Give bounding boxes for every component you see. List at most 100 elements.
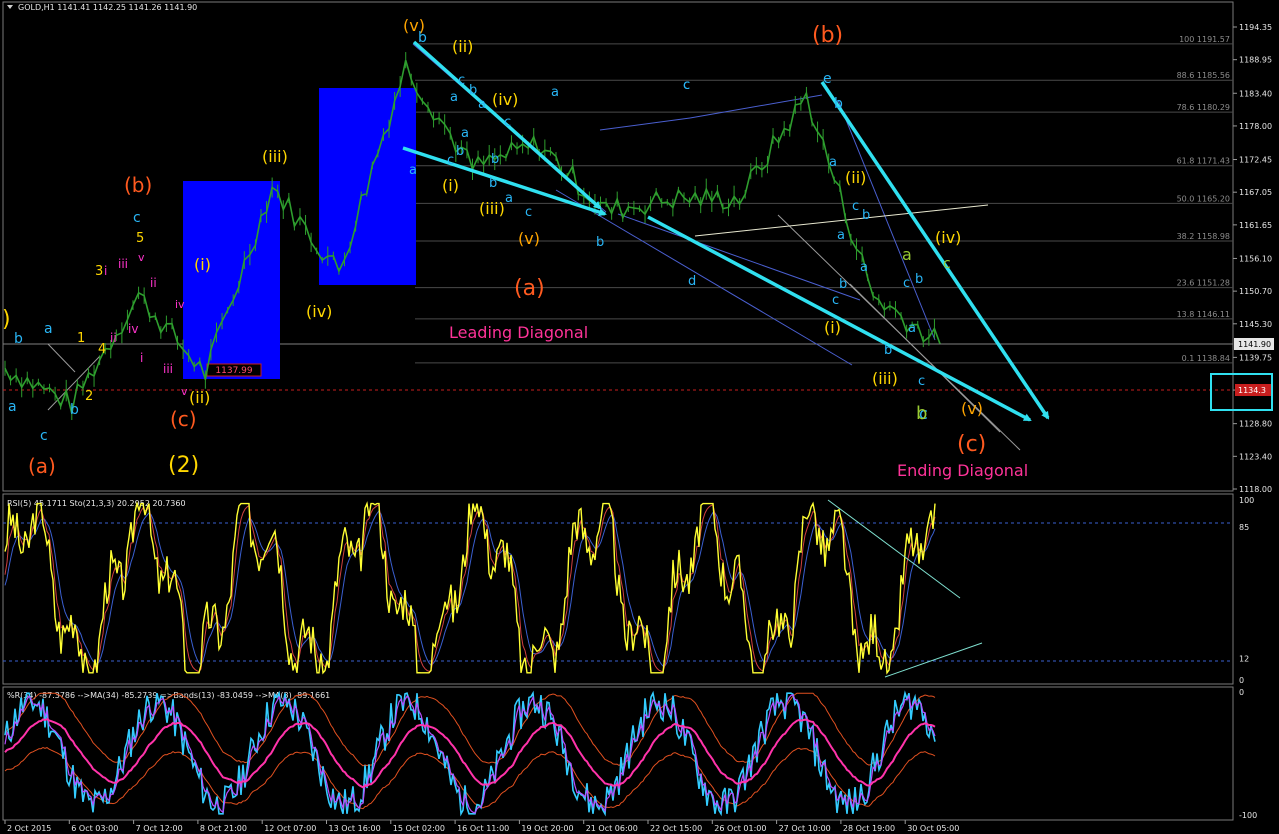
wave-label: (i)	[194, 255, 211, 274]
wave-label: a	[8, 399, 17, 415]
box-price-label: 1137.99	[215, 366, 252, 376]
wave-label: (2)	[168, 453, 199, 478]
wave-label: (iv)	[306, 302, 332, 321]
fib-level-label: 61.8 1171.43	[1177, 157, 1230, 166]
price-axis-label: 1145.30	[1239, 320, 1272, 329]
leading-diagonal-label: Leading Diagonal	[449, 323, 588, 342]
ending-diagonal-label: Ending Diagonal	[897, 461, 1028, 480]
wave-label: )	[2, 307, 11, 332]
time-axis-label: 15 Oct 02:00	[393, 824, 445, 833]
wave-label: (a)	[28, 454, 56, 478]
wave-label: i	[104, 264, 107, 278]
wave-label: a	[860, 260, 868, 275]
wave-label: b	[596, 235, 604, 250]
wave-label: v	[138, 251, 145, 264]
fib-level-label: 100 1191.57	[1179, 35, 1230, 44]
wave-label: c	[133, 210, 141, 226]
time-axis-label: 7 Oct 12:00	[136, 824, 183, 833]
wpr-axis-label: 0	[1239, 688, 1244, 697]
wave-label: 1	[77, 331, 85, 346]
wave-label: c	[832, 293, 839, 308]
wave-label: (iii)	[262, 147, 288, 166]
rsi-axis-label: 100	[1239, 496, 1254, 505]
wave-label: b	[418, 30, 427, 46]
wave-label: b	[834, 96, 843, 112]
wave-label: c	[918, 374, 925, 389]
wave-label: iii	[118, 257, 128, 271]
main-panel-title: GOLD,H1 1141.41 1142.25 1141.26 1141.90	[18, 3, 197, 12]
fib-level-label: 88.6 1185.56	[1177, 71, 1230, 80]
wave-label: a	[829, 155, 837, 170]
wave-label: b	[862, 208, 870, 223]
wave-label: (iii)	[872, 369, 898, 388]
fib-level-label: 38.2 1158.98	[1177, 232, 1230, 241]
alert-price-label: 1134.3	[1238, 386, 1266, 395]
price-axis-label: 1161.65	[1239, 221, 1272, 230]
wave-label: (c)	[957, 432, 986, 457]
wave-label: b	[70, 402, 79, 418]
wave-label: b	[491, 152, 499, 167]
wave-label: (iii)	[479, 199, 505, 218]
wave-label: a	[44, 321, 53, 337]
wave-label: (iv)	[935, 228, 961, 247]
price-axis-label: 1150.70	[1239, 287, 1272, 296]
wave-label: 3	[95, 264, 103, 279]
wave-label: c	[458, 73, 465, 88]
wave-label: a	[908, 321, 916, 336]
time-axis-label: 8 Oct 21:00	[200, 824, 247, 833]
wpr-panel-title: %R(34) -87.3786 -->MA(34) -85.2739 =>Ban…	[7, 691, 330, 700]
wave-label: c	[852, 199, 859, 214]
wave-label: b	[14, 331, 23, 347]
price-axis-label: 1167.05	[1239, 188, 1272, 197]
wpr-axis: 0 -100	[1239, 688, 1257, 820]
time-axis-label: 21 Oct 06:00	[586, 824, 638, 833]
wave-label: (a)	[514, 276, 545, 301]
wave-label: ii	[110, 331, 117, 345]
rsi-axis-label: 0	[1239, 676, 1244, 685]
price-axis-label: 1156.10	[1239, 254, 1272, 263]
wave-label: b	[839, 277, 847, 292]
wave-label: c	[683, 78, 690, 93]
wave-label: b	[916, 403, 927, 424]
price-axis-label: 1178.00	[1239, 122, 1272, 131]
wave-label: a	[505, 191, 513, 206]
price-axis-label: 1139.75	[1239, 353, 1272, 362]
time-axis-label: 13 Oct 16:00	[329, 824, 381, 833]
wave-label: a	[902, 245, 912, 264]
wave-label: 4	[98, 342, 106, 357]
wave-label: (ii)	[845, 168, 866, 187]
rsi-axis-label: 12	[1239, 654, 1249, 663]
wave-label: b	[456, 144, 464, 159]
wave-label: (ii)	[452, 37, 473, 56]
wave-label: i	[140, 351, 143, 365]
wave-label: ii	[150, 276, 157, 290]
wave-label: c	[504, 115, 511, 130]
wave-label: (v)	[961, 399, 983, 418]
time-axis-label: 26 Oct 01:00	[714, 824, 766, 833]
wave-label: iii	[163, 362, 173, 376]
wave-label: (c)	[170, 407, 197, 431]
wave-label: iv	[175, 298, 185, 311]
wave-label: (i)	[442, 176, 459, 195]
rsi-panel-title: RSI(5) 45.1711 Sto(21,3,3) 20.2952 20.73…	[7, 499, 186, 508]
rsi-axis-label: 85	[1239, 523, 1249, 532]
price-axis-label: 1183.40	[1239, 89, 1272, 98]
wave-label: a	[461, 126, 469, 141]
time-axis-label: 30 Oct 05:00	[907, 824, 959, 833]
wave-label: d	[688, 274, 696, 289]
time-axis: 2 Oct 2015 6 Oct 03:00 7 Oct 12:00 8 Oct 21…	[4, 820, 959, 833]
wpr-panel	[2, 686, 1234, 821]
wave-label: b	[469, 83, 477, 98]
rsi-axis: 100 85 12 0	[1239, 496, 1254, 685]
wave-label: a	[837, 228, 845, 243]
time-axis-label: 22 Oct 15:00	[650, 824, 702, 833]
wave-label: (b)	[124, 173, 152, 197]
price-axis: 1194.35 1188.95 1183.40 1178.00 1172.45 1167.…	[1233, 23, 1272, 494]
wave-label: c	[903, 276, 910, 291]
wave-label: b	[915, 272, 923, 287]
fib-level-label: 23.6 1151.28	[1177, 279, 1230, 288]
fib-level-label: 13.8 1146.11	[1177, 310, 1230, 319]
time-axis-label: 2 Oct 2015	[7, 824, 51, 833]
wave-label: a	[450, 90, 458, 105]
price-axis-label: 1188.95	[1239, 56, 1272, 65]
